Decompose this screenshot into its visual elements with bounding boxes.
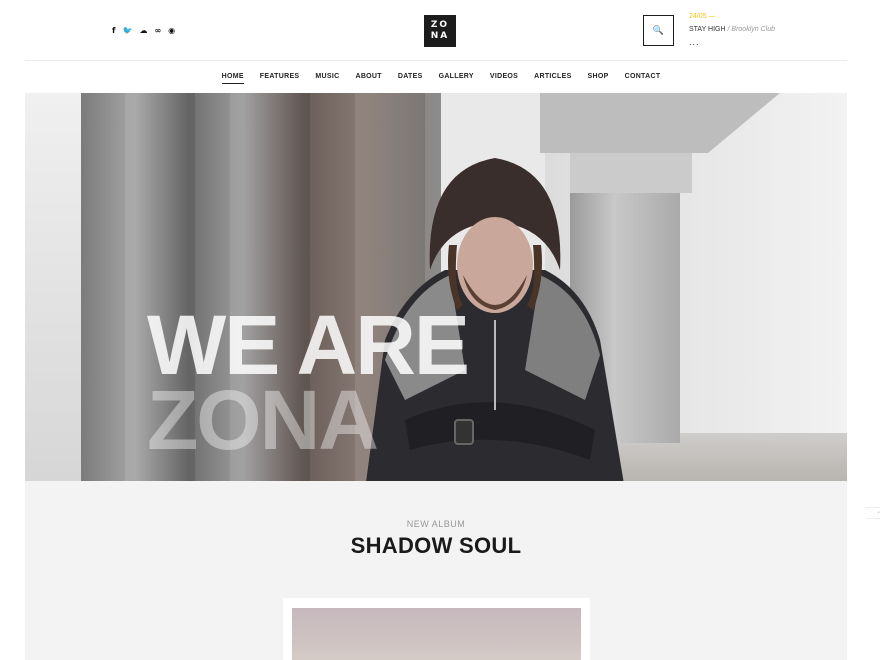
event-venue: / Brooklyn Club	[727, 26, 775, 33]
facebook-icon[interactable]: f	[112, 26, 115, 36]
page: f 🐦 ☁ ∞ ◉ ZO NA 🔍 24/05 — STAY HIGH / Br…	[0, 0, 880, 660]
header-divider	[25, 60, 847, 61]
soundcloud-icon[interactable]: ☁	[139, 26, 147, 36]
hero-headline-line-2: ZONA	[147, 373, 379, 467]
main-nav: HOME FEATURES MUSIC ABOUT DATES GALLERY …	[0, 70, 880, 84]
logo-line-1: ZO	[430, 20, 450, 30]
nav-item-about[interactable]: ABOUT	[355, 70, 381, 84]
nav-item-contact[interactable]: CONTACT	[625, 70, 661, 84]
nav-item-music[interactable]: MUSIC	[315, 70, 339, 84]
event-date: 24/05 —	[689, 13, 716, 20]
nav-item-dates[interactable]: DATES	[398, 70, 423, 84]
album-kicker: NEW ALBUM	[406, 519, 466, 529]
lastfm-icon[interactable]: ∞	[154, 26, 161, 36]
header: f 🐦 ☁ ∞ ◉ ZO NA 🔍 24/05 — STAY HIGH / Br…	[0, 0, 880, 62]
spotify-icon[interactable]: ◉	[168, 26, 175, 36]
nav-item-gallery[interactable]: GALLERY	[439, 70, 474, 84]
side-toggle[interactable]: ·	[866, 507, 880, 519]
logo-line-2: NA	[430, 31, 450, 41]
event-more[interactable]: ...	[689, 37, 809, 47]
nav-item-features[interactable]: FEATURES	[260, 70, 300, 84]
event-title: STAY HIGH	[689, 26, 726, 33]
hero-banner: WE ARE ZONA	[25, 93, 847, 481]
album-cover-image[interactable]	[292, 608, 581, 660]
new-album-section: NEW ALBUM SHADOW SOUL	[25, 481, 847, 660]
event-info: STAY HIGH / Brooklyn Club	[689, 25, 809, 35]
album-title: SHADOW SOUL	[350, 533, 522, 558]
nav-item-home[interactable]: HOME	[221, 70, 244, 84]
hero-left-wall	[25, 93, 81, 481]
search-icon: 🔍	[652, 25, 665, 36]
social-links: f 🐦 ☁ ∞ ◉	[112, 26, 175, 36]
search-button[interactable]: 🔍	[643, 15, 674, 46]
twitter-icon[interactable]: 🐦	[122, 26, 132, 36]
nav-item-videos[interactable]: VIDEOS	[490, 70, 518, 84]
nav-item-articles[interactable]: ARTICLES	[534, 70, 571, 84]
site-logo[interactable]: ZO NA	[424, 15, 456, 47]
album-card[interactable]	[283, 598, 590, 660]
nav-item-shop[interactable]: SHOP	[588, 70, 609, 84]
upcoming-event[interactable]: 24/05 — STAY HIGH / Brooklyn Club ...	[689, 12, 809, 47]
